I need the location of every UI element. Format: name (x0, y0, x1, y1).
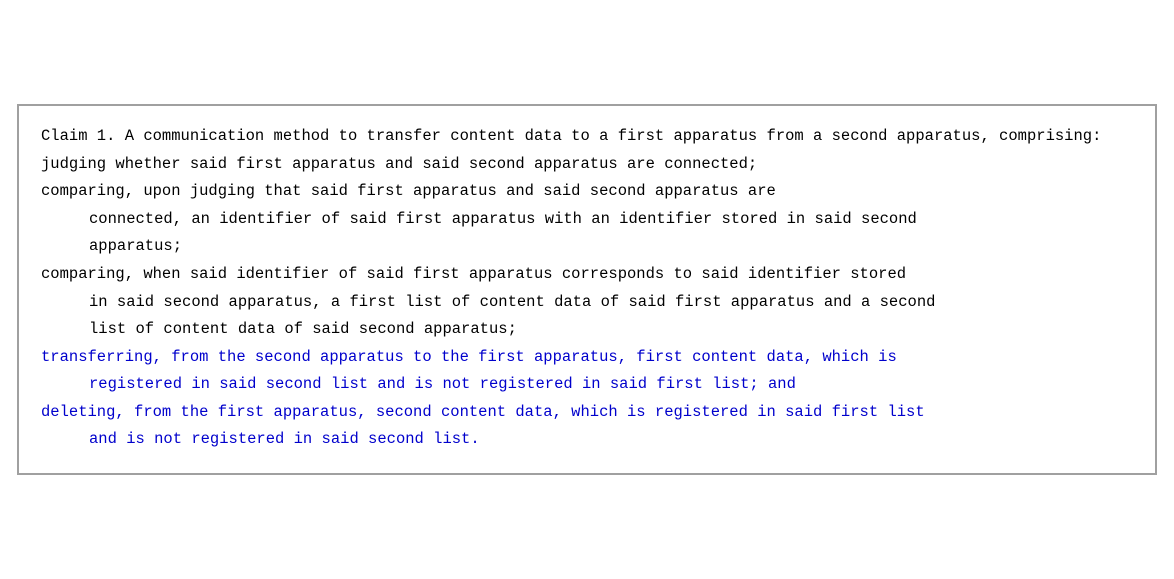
claim-line2-indent2: apparatus; (41, 234, 1133, 260)
claim-line3-indent2: list of content data of said second appa… (41, 317, 1133, 343)
claim-line2-indent1: connected, an identifier of said first a… (41, 207, 1133, 233)
claim-line5-indent1: and is not registered in said second lis… (41, 427, 1133, 453)
claim-line4-main: transferring, from the second apparatus … (41, 345, 1133, 371)
claim-line2-main: comparing, upon judging that said first … (41, 179, 1133, 205)
patent-claim-box: Claim 1. A communication method to trans… (17, 104, 1157, 475)
claim-line5-main: deleting, from the first apparatus, seco… (41, 400, 1133, 426)
claim-line3-main: comparing, when said identifier of said … (41, 262, 1133, 288)
claim-intro: Claim 1. A communication method to trans… (41, 124, 1133, 150)
claim-line4-indent1: registered in said second list and is no… (41, 372, 1133, 398)
claim-line1: judging whether said first apparatus and… (41, 152, 1133, 178)
claim-line3-indent1: in said second apparatus, a first list o… (41, 290, 1133, 316)
